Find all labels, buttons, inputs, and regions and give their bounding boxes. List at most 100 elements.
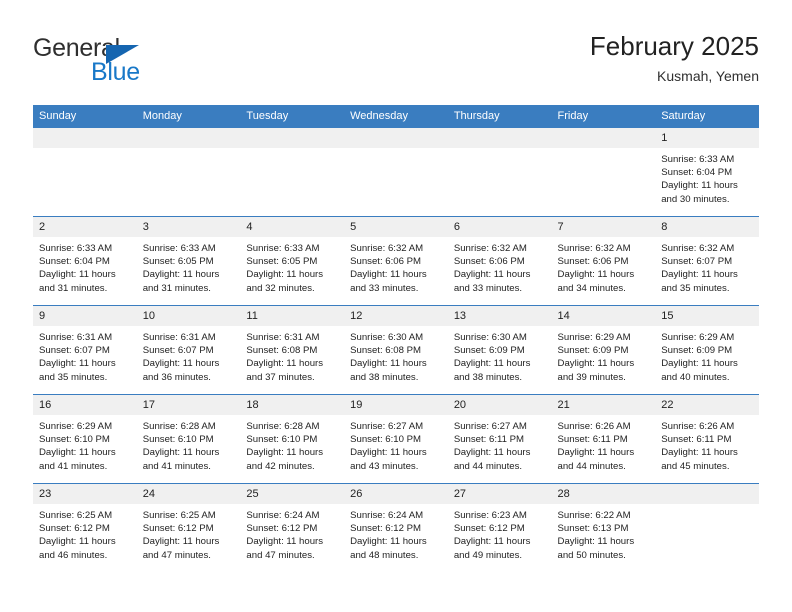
calendar-day-number: 24 [136,484,241,504]
calendar-cell-inner: 6 Sunrise: 6:32 AM Sunset: 6:06 PM Daylight… [447,217,552,305]
calendar-info-daylight-b: and 42 minutes. [246,460,315,472]
calendar-day-info: Sunrise: 6:22 AM Sunset: 6:13 PM Daylight:… [552,504,656,562]
calendar-info-daylight-b: and 35 minutes. [661,282,730,294]
calendar-info-sunrise: Sunrise: 6:26 AM [661,421,735,432]
calendar-day-cell[interactable]: 28 Sunrise: 6:22 AM Sunset: 6:13 PM Dayligh… [551,483,656,572]
calendar-info-sunrise: Sunrise: 6:32 AM [350,243,424,254]
calendar-info-sunrise: Sunrise: 6:29 AM [39,421,113,432]
calendar-day-info: Sunrise: 6:28 AM Sunset: 6:10 PM Daylight:… [240,415,344,473]
calendar-day-cell[interactable]: 7 Sunrise: 6:32 AM Sunset: 6:06 PM Daylight… [551,216,656,306]
calendar-head: Sunday Monday Tuesday Wednesday Thursday… [33,105,759,128]
calendar-day-cell[interactable]: 5 Sunrise: 6:32 AM Sunset: 6:06 PM Daylight… [344,216,448,306]
calendar-info-daylight-b: and 41 minutes. [142,460,211,472]
calendar-day-cell[interactable]: 22 Sunrise: 6:26 AM Sunset: 6:11 PM Dayligh… [655,394,759,484]
calendar-day-info [552,148,656,153]
calendar-day-number: 5 [344,217,448,237]
calendar-day-cell[interactable]: 12 Sunrise: 6:30 AM Sunset: 6:08 PM Dayligh… [344,305,448,395]
calendar-day-cell[interactable]: 24 Sunrise: 6:25 AM Sunset: 6:12 PM Dayligh… [136,483,241,572]
weekday-header-friday: Friday [551,105,656,128]
calendar-info-daylight-a: Daylight: 11 hours [142,447,220,459]
calendar-info-daylight-a: Daylight: 11 hours [39,536,116,548]
calendar-info-daylight-a: Daylight: 11 hours [350,269,427,281]
calendar-day-info: Sunrise: 6:33 AM Sunset: 6:05 PM Daylight:… [240,237,344,295]
calendar-cell-inner [447,128,552,216]
calendar-empty-cell [136,127,241,217]
calendar-day-info: Sunrise: 6:32 AM Sunset: 6:06 PM Daylight:… [344,237,448,295]
calendar-day-cell[interactable]: 26 Sunrise: 6:24 AM Sunset: 6:12 PM Dayligh… [344,483,448,572]
calendar-info-sunrise: Sunrise: 6:27 AM [453,421,527,432]
calendar-info-sunrise: Sunrise: 6:33 AM [246,243,320,254]
calendar-day-cell[interactable]: 21 Sunrise: 6:26 AM Sunset: 6:11 PM Dayligh… [551,394,656,484]
calendar-info-sunset: Sunset: 6:12 PM [453,523,525,535]
calendar-day-info: Sunrise: 6:27 AM Sunset: 6:11 PM Daylight:… [448,415,552,473]
calendar-info-sunrise: Sunrise: 6:24 AM [350,510,424,521]
calendar-day-cell[interactable]: 4 Sunrise: 6:33 AM Sunset: 6:05 PM Daylight… [240,216,345,306]
calendar-day-cell[interactable]: 15 Sunrise: 6:29 AM Sunset: 6:09 PM Dayligh… [655,305,759,395]
calendar-day-number [551,128,656,148]
calendar-day-info [240,148,344,153]
calendar-day-cell[interactable]: 10 Sunrise: 6:31 AM Sunset: 6:07 PM Dayligh… [136,305,241,395]
calendar-day-cell[interactable]: 13 Sunrise: 6:30 AM Sunset: 6:09 PM Dayligh… [447,305,552,395]
calendar-day-cell[interactable]: 11 Sunrise: 6:31 AM Sunset: 6:08 PM Dayligh… [240,305,345,395]
calendar-day-cell[interactable]: 16 Sunrise: 6:29 AM Sunset: 6:10 PM Dayligh… [33,394,137,484]
calendar-week-row: 16 Sunrise: 6:29 AM Sunset: 6:10 PM Dayligh… [33,394,759,484]
calendar-info-sunset: Sunset: 6:08 PM [350,345,422,357]
calendar-info-daylight-a: Daylight: 11 hours [453,269,531,281]
calendar-day-info [448,148,552,153]
calendar-info-daylight-b: and 46 minutes. [39,549,108,561]
calendar-info-sunset: Sunset: 6:07 PM [661,256,733,268]
calendar-day-cell[interactable]: 9 Sunrise: 6:31 AM Sunset: 6:07 PM Daylight… [33,305,137,395]
calendar-day-cell[interactable]: 8 Sunrise: 6:32 AM Sunset: 6:07 PM Daylight… [655,216,759,306]
calendar-cell-inner: 24 Sunrise: 6:25 AM Sunset: 6:12 PM Dayligh… [136,484,241,572]
calendar-day-cell[interactable]: 19 Sunrise: 6:27 AM Sunset: 6:10 PM Dayligh… [344,394,448,484]
calendar-cell-inner: 17 Sunrise: 6:28 AM Sunset: 6:10 PM Dayligh… [136,395,241,483]
calendar-day-info: Sunrise: 6:31 AM Sunset: 6:07 PM Daylight:… [137,326,241,384]
calendar-info-daylight-b: and 34 minutes. [557,282,626,294]
calendar-cell-inner: 28 Sunrise: 6:22 AM Sunset: 6:13 PM Dayligh… [551,484,656,572]
calendar-cell-inner: 25 Sunrise: 6:24 AM Sunset: 6:12 PM Dayligh… [240,484,345,572]
calendar-day-cell[interactable]: 2 Sunrise: 6:33 AM Sunset: 6:04 PM Daylight… [33,216,137,306]
calendar-day-info: Sunrise: 6:33 AM Sunset: 6:04 PM Daylight:… [33,237,137,295]
calendar-info-sunset: Sunset: 6:12 PM [142,523,214,535]
calendar-cell-inner: 2 Sunrise: 6:33 AM Sunset: 6:04 PM Daylight… [33,217,137,305]
calendar-day-info: Sunrise: 6:29 AM Sunset: 6:09 PM Daylight:… [552,326,656,384]
calendar-empty-cell [655,483,759,572]
calendar-day-cell[interactable]: 27 Sunrise: 6:23 AM Sunset: 6:12 PM Dayligh… [447,483,552,572]
calendar-day-number: 28 [551,484,656,504]
calendar-day-number: 22 [655,395,759,415]
calendar-info-daylight-b: and 37 minutes. [246,371,315,383]
calendar-day-cell[interactable]: 25 Sunrise: 6:24 AM Sunset: 6:12 PM Dayligh… [240,483,345,572]
calendar-day-cell[interactable]: 18 Sunrise: 6:28 AM Sunset: 6:10 PM Dayligh… [240,394,345,484]
calendar-info-daylight-b: and 31 minutes. [39,282,108,294]
calendar-day-cell[interactable]: 1 Sunrise: 6:33 AM Sunset: 6:04 PM Daylight… [655,127,759,217]
calendar-day-info: Sunrise: 6:25 AM Sunset: 6:12 PM Daylight:… [33,504,137,562]
calendar-info-sunset: Sunset: 6:08 PM [246,345,318,357]
calendar-day-number: 6 [447,217,552,237]
calendar-day-number: 18 [240,395,345,415]
calendar-day-cell[interactable]: 23 Sunrise: 6:25 AM Sunset: 6:12 PM Dayligh… [33,483,137,572]
calendar-day-cell[interactable]: 6 Sunrise: 6:32 AM Sunset: 6:06 PM Daylight… [447,216,552,306]
calendar-day-number: 13 [447,306,552,326]
page-title: February 2025 [589,31,759,61]
calendar-cell-inner: 13 Sunrise: 6:30 AM Sunset: 6:09 PM Dayligh… [447,306,552,394]
calendar-day-number: 8 [655,217,759,237]
calendar-info-daylight-a: Daylight: 11 hours [350,536,427,548]
calendar-info-sunrise: Sunrise: 6:31 AM [246,332,320,343]
calendar-day-cell[interactable]: 3 Sunrise: 6:33 AM Sunset: 6:05 PM Daylight… [136,216,241,306]
calendar-day-info: Sunrise: 6:23 AM Sunset: 6:12 PM Daylight:… [448,504,552,562]
calendar-day-info: Sunrise: 6:31 AM Sunset: 6:08 PM Daylight:… [240,326,344,384]
calendar-day-cell[interactable]: 17 Sunrise: 6:28 AM Sunset: 6:10 PM Dayligh… [136,394,241,484]
calendar-cell-inner: 20 Sunrise: 6:27 AM Sunset: 6:11 PM Dayligh… [447,395,552,483]
calendar-day-number [655,484,759,504]
calendar-day-cell[interactable]: 14 Sunrise: 6:29 AM Sunset: 6:09 PM Dayligh… [551,305,656,395]
calendar-info-sunset: Sunset: 6:10 PM [39,434,110,446]
calendar-cell-inner [551,128,656,216]
calendar-day-info: Sunrise: 6:29 AM Sunset: 6:09 PM Daylight:… [655,326,759,384]
calendar-info-sunrise: Sunrise: 6:31 AM [142,332,216,343]
calendar-day-info [344,148,448,153]
calendar-info-daylight-a: Daylight: 11 hours [39,269,116,281]
calendar-body: 1 Sunrise: 6:33 AM Sunset: 6:04 PM Daylight… [33,127,759,572]
calendar-day-number: 19 [344,395,448,415]
calendar-info-daylight-a: Daylight: 11 hours [350,358,427,370]
calendar-day-cell[interactable]: 20 Sunrise: 6:27 AM Sunset: 6:11 PM Dayligh… [447,394,552,484]
